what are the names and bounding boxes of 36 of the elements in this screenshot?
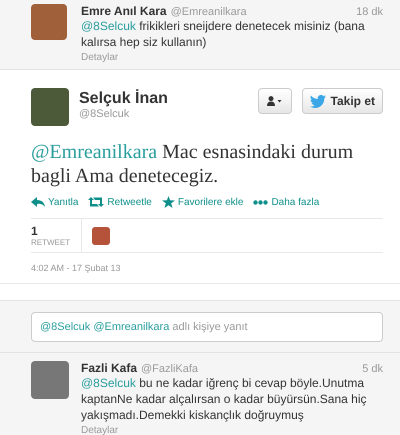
bird-icon	[310, 94, 326, 108]
reply-input-field[interactable]: @8Selcuk @Emreanilkara adlı kişiye yanıt	[31, 312, 383, 342]
retweet-icon	[88, 197, 104, 207]
tweet-time: 18 dk	[356, 6, 383, 18]
tweet-time: 5 dk	[362, 363, 383, 375]
mention-link[interactable]: @8Selcuk	[81, 19, 136, 33]
author-handle: @FazliKafa	[141, 363, 198, 375]
star-icon	[162, 196, 175, 208]
tweet-timestamp: 4:02 AM - 17 Şubat 13	[31, 263, 122, 273]
retweet-label: RETWEET	[31, 238, 72, 247]
follow-button[interactable]: Takip et	[302, 88, 383, 114]
details-link[interactable]: Detaylar	[81, 425, 383, 435]
user-menu-button[interactable]	[258, 88, 292, 114]
tweet-text: @8Selcuk bu ne kadar iğrenç bi cevap böyle.Unutma kaptanNe kadar alçalırsan o kadar büyürsün.Sana hiç yakışmadı.Demekki kiskançlık doğruymuş	[81, 375, 368, 423]
person-icon	[266, 96, 283, 106]
mention-link[interactable]: @Emreanilkara	[31, 141, 158, 163]
favorite-action[interactable]: Favorilere ekle	[162, 196, 244, 208]
more-action[interactable]: Daha fazla	[253, 196, 320, 208]
tweet-text: @8Selcuk frikikleri sneijdere denetecek misiniz (bana kalırsa hep siz kullanın)	[81, 18, 366, 50]
retweet-action[interactable]: Retweetle	[88, 196, 152, 208]
avatar-photo-placeholder	[31, 4, 67, 40]
author-name: Selçuk İnan	[79, 90, 169, 108]
mention-link[interactable]: @8Selcuk	[81, 376, 136, 390]
tweet-text: @Emreanilkara Mac esnasindaki durum bagli Ama denetecegiz.	[31, 140, 354, 188]
reply-action[interactable]: Yanıtla	[31, 196, 78, 208]
avatar-photo-placeholder	[31, 88, 69, 126]
more-dots-icon	[253, 200, 268, 204]
author-name: Emre Anıl Kara	[81, 4, 167, 18]
author-handle: @8Selcuk	[79, 108, 130, 120]
author-handle: @Emreanilkara	[170, 6, 247, 18]
retweet-count: 1	[31, 224, 39, 238]
details-link[interactable]: Detaylar	[81, 52, 383, 63]
avatar-photo-placeholder[interactable]	[92, 226, 110, 244]
avatar-photo-placeholder	[31, 361, 69, 399]
author-name: Fazli Kafa	[81, 361, 138, 375]
reply-arrow-icon	[31, 197, 45, 207]
